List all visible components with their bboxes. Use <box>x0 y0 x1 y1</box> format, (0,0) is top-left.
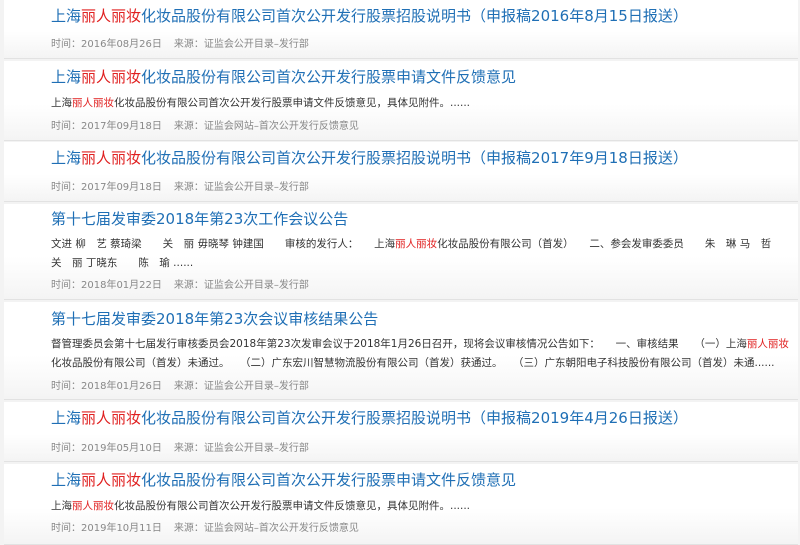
date-text: 2018年01月22日 <box>81 280 162 291</box>
list-item: 上海丽人丽妆化妆品股份有限公司首次公开发行股票招股说明书（申报稿2017年9月1… <box>4 142 798 202</box>
time-label: 时间： <box>51 39 81 50</box>
source-text: 证监会网站–首次公开发行反馈意见 <box>203 121 359 132</box>
result-title-link[interactable]: 上海丽人丽妆化妆品股份有限公司首次公开发行股票招股说明书（申报稿2016年8月1… <box>51 6 688 26</box>
list-item: 第十七届发审委2018年第23次会议审核结果公告 督管理委员会第十七届发行审核委… <box>4 302 798 400</box>
title-text: 化妆品股份有限公司首次公开发行股票招股说明书（申报稿2016年8月15日报送） <box>141 7 688 25</box>
snippet-text: 上海 <box>51 97 72 109</box>
snippet-line: 督管理委员会第十七届发行审核委员会2018年第23次发审会议于2018年1月26… <box>51 335 789 354</box>
snippet-line: 化妆品股份有限公司（首发）未通过。 （二）广东宏川智慧物流股份有限公司（首发）获… <box>51 357 775 369</box>
result-meta: 时间：2017年09月18日 来源：证监会网站–首次公开发行反馈意见 <box>51 120 359 134</box>
snippet-text: 化妆品股份有限公司首次公开发行股票申请文件反馈意见，具体见附件。...... <box>114 97 471 109</box>
result-meta: 时间：2018年01月26日 来源：证监会公开目录–发行部 <box>51 380 309 394</box>
title-text: 上海 <box>51 471 82 489</box>
time-label: 时间： <box>51 381 81 392</box>
title-text: 上海 <box>51 68 82 86</box>
highlight-keyword: 丽人丽妆 <box>81 7 142 25</box>
snippet-text: 上海 <box>51 500 72 512</box>
highlight-keyword: 丽人丽妆 <box>81 409 142 427</box>
date-text: 2017年09月18日 <box>81 121 162 132</box>
title-text: 化妆品股份有限公司首次公开发行股票申请文件反馈意见 <box>141 68 517 86</box>
title-text: 上海 <box>51 409 82 427</box>
highlight-keyword: 丽人丽妆 <box>72 97 114 109</box>
result-snippet: 上海丽人丽妆化妆品股份有限公司首次公开发行股票申请文件反馈意见，具体见附件。..… <box>51 497 778 516</box>
result-snippet: 督管理委员会第十七届发行审核委员会2018年第23次发审会议于2018年1月26… <box>51 335 789 373</box>
source-label: 来源： <box>173 39 204 50</box>
source-label: 来源： <box>173 121 204 132</box>
result-meta: 时间：2019年10月11日 来源：证监会网站–首次公开发行反馈意见 <box>51 522 359 536</box>
result-meta: 时间：2019年05月10日 来源：证监会公开目录–发行部 <box>51 442 309 456</box>
title-text: 上海 <box>51 7 82 25</box>
highlight-keyword: 丽人丽妆 <box>81 471 142 489</box>
list-item: 上海丽人丽妆化妆品股份有限公司首次公开发行股票招股说明书（申报稿2016年8月1… <box>4 0 798 59</box>
date-text: 2019年05月10日 <box>81 443 162 454</box>
result-meta: 时间：2017年09月18日 来源：证监会公开目录–发行部 <box>51 181 309 195</box>
highlight-keyword: 丽人丽妆 <box>746 338 789 350</box>
time-label: 时间： <box>51 121 81 132</box>
result-title-link[interactable]: 上海丽人丽妆化妆品股份有限公司首次公开发行股票招股说明书（申报稿2017年9月1… <box>51 148 688 168</box>
result-snippet: 文进 柳 艺 蔡琦梁 关 丽 毋晓琴 钟建国 审核的发行人： 上海丽人丽妆化妆品… <box>51 235 778 273</box>
snippet-text: 化妆品股份有限公司（首发） 二、参会发审委委员 朱 琳 马 哲 <box>437 238 772 250</box>
snippet-text: 文进 柳 艺 蔡琦梁 关 丽 毋晓琴 钟建国 审核的发行人： 上海 <box>51 238 396 250</box>
time-label: 时间： <box>51 182 81 193</box>
list-item: 上海丽人丽妆化妆品股份有限公司首次公开发行股票申请文件反馈意见 上海丽人丽妆化妆… <box>4 61 798 141</box>
source-text: 证监会公开目录–发行部 <box>203 381 309 392</box>
time-label: 时间： <box>51 443 81 454</box>
source-text: 证监会公开目录–发行部 <box>203 443 309 454</box>
snippet-line: 文进 柳 艺 蔡琦梁 关 丽 毋晓琴 钟建国 审核的发行人： 上海丽人丽妆化妆品… <box>51 235 778 254</box>
date-text: 2019年10月11日 <box>81 523 162 534</box>
source-label: 来源： <box>173 381 204 392</box>
highlight-keyword: 丽人丽妆 <box>81 68 142 86</box>
snippet-text: 督管理委员会第十七届发行审核委员会2018年第23次发审会议于2018年1月26… <box>51 338 747 350</box>
result-title-link[interactable]: 上海丽人丽妆化妆品股份有限公司首次公开发行股票申请文件反馈意见 <box>51 470 516 490</box>
snippet-line: 关 丽 丁晓东 陈 瑜 ...... <box>51 257 194 269</box>
result-snippet: 上海丽人丽妆化妆品股份有限公司首次公开发行股票申请文件反馈意见，具体见附件。..… <box>51 94 778 113</box>
date-text: 2016年08月26日 <box>81 39 162 50</box>
highlight-keyword: 丽人丽妆 <box>81 149 142 167</box>
time-label: 时间： <box>51 523 81 534</box>
highlight-keyword: 丽人丽妆 <box>72 500 114 512</box>
highlight-keyword: 丽人丽妆 <box>395 238 438 250</box>
title-text: 上海 <box>51 149 82 167</box>
list-item: 上海丽人丽妆化妆品股份有限公司首次公开发行股票申请文件反馈意见 上海丽人丽妆化妆… <box>4 464 798 545</box>
result-title-link[interactable]: 第十七届发审委2018年第23次工作会议公告 <box>51 209 348 229</box>
source-label: 来源： <box>173 523 204 534</box>
title-text: 化妆品股份有限公司首次公开发行股票招股说明书（申报稿2019年4月26日报送） <box>141 409 688 427</box>
source-text: 证监会公开目录–发行部 <box>203 182 309 193</box>
search-results-list: 上海丽人丽妆化妆品股份有限公司首次公开发行股票招股说明书（申报稿2016年8月1… <box>0 0 800 545</box>
source-label: 来源： <box>173 280 204 291</box>
source-label: 来源： <box>173 443 204 454</box>
result-meta: 时间：2016年08月26日 来源：证监会公开目录–发行部 <box>51 38 309 52</box>
title-text: 化妆品股份有限公司首次公开发行股票申请文件反馈意见 <box>141 471 517 489</box>
date-text: 2018年01月26日 <box>81 381 162 392</box>
list-item: 第十七届发审委2018年第23次工作会议公告 文进 柳 艺 蔡琦梁 关 丽 毋晓… <box>4 204 798 300</box>
source-text: 证监会网站–首次公开发行反馈意见 <box>203 523 359 534</box>
date-text: 2017年09月18日 <box>81 182 162 193</box>
time-label: 时间： <box>51 280 81 291</box>
result-title-link[interactable]: 第十七届发审委2018年第23次会议审核结果公告 <box>51 309 378 329</box>
source-label: 来源： <box>173 182 204 193</box>
result-meta: 时间：2018年01月22日 来源：证监会公开目录–发行部 <box>51 279 309 293</box>
result-title-link[interactable]: 上海丽人丽妆化妆品股份有限公司首次公开发行股票招股说明书（申报稿2019年4月2… <box>51 408 688 428</box>
title-text: 化妆品股份有限公司首次公开发行股票招股说明书（申报稿2017年9月18日报送） <box>141 149 688 167</box>
source-text: 证监会公开目录–发行部 <box>203 39 309 50</box>
result-title-link[interactable]: 上海丽人丽妆化妆品股份有限公司首次公开发行股票申请文件反馈意见 <box>51 67 516 87</box>
source-text: 证监会公开目录–发行部 <box>203 280 309 291</box>
snippet-text: 化妆品股份有限公司首次公开发行股票申请文件反馈意见，具体见附件。...... <box>114 500 471 512</box>
list-item: 上海丽人丽妆化妆品股份有限公司首次公开发行股票招股说明书（申报稿2019年4月2… <box>4 402 798 462</box>
